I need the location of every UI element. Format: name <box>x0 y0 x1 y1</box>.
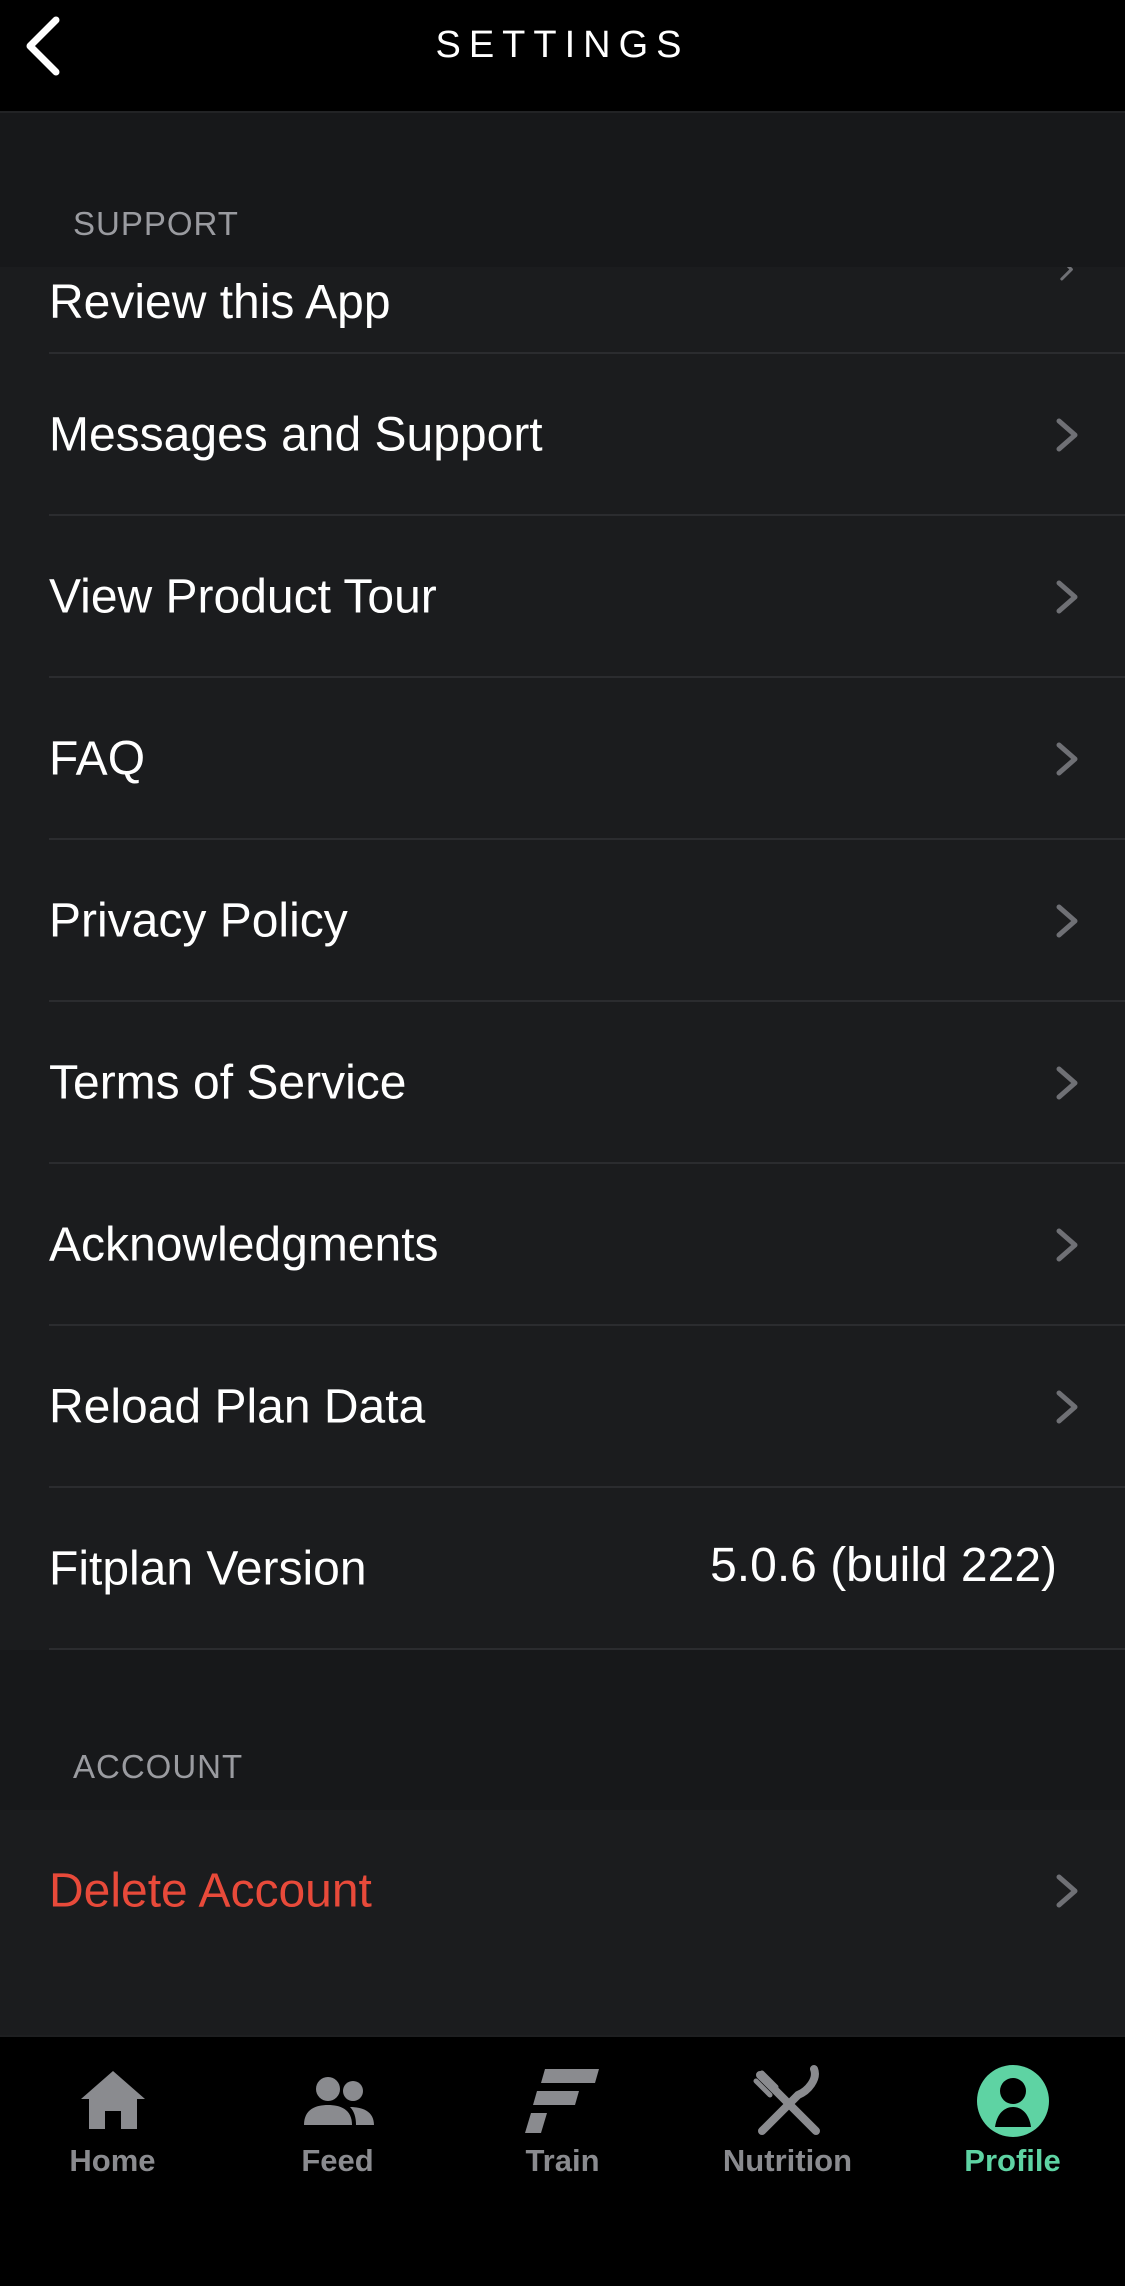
tab-label: Feed <box>301 2143 374 2178</box>
tab-label: Train <box>525 2143 600 2178</box>
delete-account-label: Delete Account <box>49 1864 372 1918</box>
chevron-right-icon <box>1056 1390 1078 1424</box>
row-label: Review this App <box>49 276 391 329</box>
fitplan-logo-icon <box>524 2069 599 2133</box>
row-label: Terms of Service <box>49 1056 407 1110</box>
sticky-header-backdrop: SUPPORT <box>0 113 1125 267</box>
row-label: View Product Tour <box>49 570 437 624</box>
tab-train[interactable]: Train <box>450 2037 675 2227</box>
chevron-right-icon <box>1056 1228 1078 1262</box>
chevron-right-icon <box>1056 580 1078 614</box>
fork-knife-icon <box>753 2065 820 2135</box>
settings-row-delete-account[interactable]: Delete Account <box>0 1810 1125 1972</box>
chevron-right-icon <box>1056 742 1078 776</box>
section-title-support-visible: SUPPORT <box>73 205 239 242</box>
tab-nutrition[interactable]: Nutrition <box>675 2037 900 2227</box>
bottom-tab-bar: Home Feed Train Nutrition Profile <box>0 2035 1125 2286</box>
settings-row-privacy-policy[interactable]: Privacy Policy <box>0 840 1125 1002</box>
section-title-account: ACCOUNT <box>73 1748 244 1785</box>
tab-feed[interactable]: Feed <box>225 2037 450 2227</box>
row-label: Acknowledgments <box>49 1218 439 1272</box>
tab-home[interactable]: Home <box>0 2037 225 2227</box>
settings-row-product-tour[interactable]: View Product Tour <box>0 516 1125 678</box>
chevron-right-icon <box>1056 418 1078 452</box>
page-title: SETTINGS <box>435 24 690 66</box>
row-label: Privacy Policy <box>49 894 348 948</box>
profile-icon <box>976 2065 1049 2137</box>
settings-row-review-app[interactable]: Review this App <box>0 267 1125 354</box>
settings-row-app-version: Fitplan Version 5.0.6 (build 222) <box>0 1488 1125 1650</box>
tab-label: Nutrition <box>722 2143 853 2178</box>
settings-row-acknowledgments[interactable]: Acknowledgments <box>0 1164 1125 1326</box>
settings-list[interactable]: SUPPORT Review this App SUPPORT Messages… <box>0 113 1125 2035</box>
tab-label: Home <box>69 2143 156 2178</box>
row-label: FAQ <box>49 732 146 786</box>
chevron-right-icon <box>1060 267 1073 281</box>
settings-row-messages-support[interactable]: Messages and Support <box>0 354 1125 516</box>
version-label: Fitplan Version <box>49 1542 367 1596</box>
account-section-header: ACCOUNT <box>0 1650 1125 1810</box>
people-icon <box>303 2077 374 2125</box>
top-navigation-bar: SETTINGS <box>0 0 1125 113</box>
settings-row-terms-of-service[interactable]: Terms of Service <box>0 1002 1125 1164</box>
tab-label: Profile <box>964 2143 1061 2178</box>
row-label: Reload Plan Data <box>49 1380 426 1434</box>
version-value: 5.0.6 (build 222) <box>710 1539 1057 1593</box>
chevron-right-icon <box>1056 904 1078 938</box>
tab-profile[interactable]: Profile <box>900 2037 1125 2227</box>
home-icon <box>80 2071 145 2129</box>
chevron-right-icon <box>1056 1874 1078 1908</box>
settings-row-reload-plan-data[interactable]: Reload Plan Data <box>0 1326 1125 1488</box>
chevron-right-icon <box>1056 1066 1078 1100</box>
row-label: Messages and Support <box>49 408 543 462</box>
settings-row-faq[interactable]: FAQ <box>0 678 1125 840</box>
